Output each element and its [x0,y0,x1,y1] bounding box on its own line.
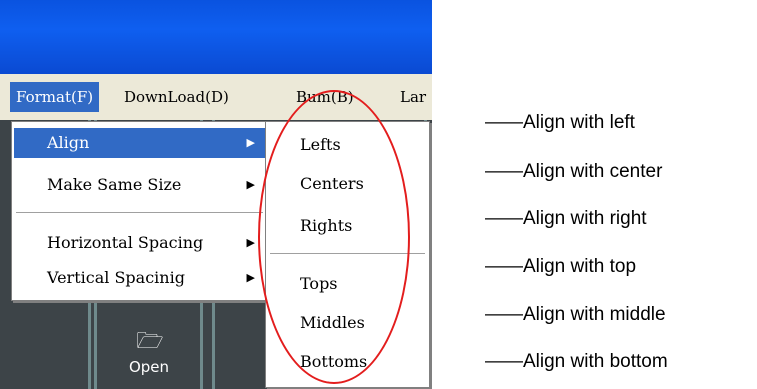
menu-download[interactable]: DownLoad(D) [118,82,235,112]
submenu-arrow-icon: ▶ [246,236,255,249]
submenu-item-rights[interactable]: Rights [300,211,352,241]
format-dropdown-menu: Align ▶ Make Same Size ▶ Horizontal Spac… [11,121,268,301]
menu-burn[interactable]: Bum(B) [290,82,360,112]
submenu-arrow-icon: ▶ [246,178,255,191]
align-submenu: Lefts Centers Rights Tops Middles Bottom… [265,121,430,388]
annotation-align-bottom: ——Align with bottom [485,351,668,372]
annotation-align-top: ——Align with top [485,256,637,277]
submenu-item-lefts[interactable]: Lefts [300,130,341,160]
annotation-align-right: ——Align with right [485,208,647,229]
menu-item-label: Vertical Spacinig [47,268,185,287]
submenu-item-bottoms[interactable]: Bottoms [300,347,367,377]
submenu-item-centers[interactable]: Centers [300,169,364,199]
menu-item-label: Align [47,133,90,152]
annotation-align-middle: ——Align with middle [485,304,666,325]
annotation-align-left: ——Align with left [485,112,635,133]
menu-item-align[interactable]: Align ▶ [14,128,265,158]
submenu-item-tops[interactable]: Tops [300,269,338,299]
menu-separator [270,253,425,255]
title-bar [0,0,432,74]
menu-item-make-same-size[interactable]: Make Same Size ▶ [14,170,265,200]
menu-format[interactable]: Format(F) [10,82,100,112]
menu-item-vertical-spacing[interactable]: Vertical Spacinig ▶ [14,263,265,293]
menu-item-horizontal-spacing[interactable]: Horizontal Spacing ▶ [14,228,265,258]
submenu-arrow-icon: ▶ [246,271,255,284]
submenu-item-middles[interactable]: Middles [300,308,365,338]
menu-item-label: Horizontal Spacing [47,233,204,252]
submenu-arrow-icon: ▶ [246,136,255,149]
folder-open-icon[interactable]: 🗁 [135,330,165,354]
annotation-align-center: ——Align with center [485,161,663,182]
menu-language[interactable]: Lar [394,82,432,112]
menu-separator [16,212,263,214]
menu-bar: Format(F) DownLoad(D) Bum(B) Lar [0,74,432,121]
open-button-label[interactable]: Open [122,358,176,376]
menu-item-label: Make Same Size [47,175,182,194]
